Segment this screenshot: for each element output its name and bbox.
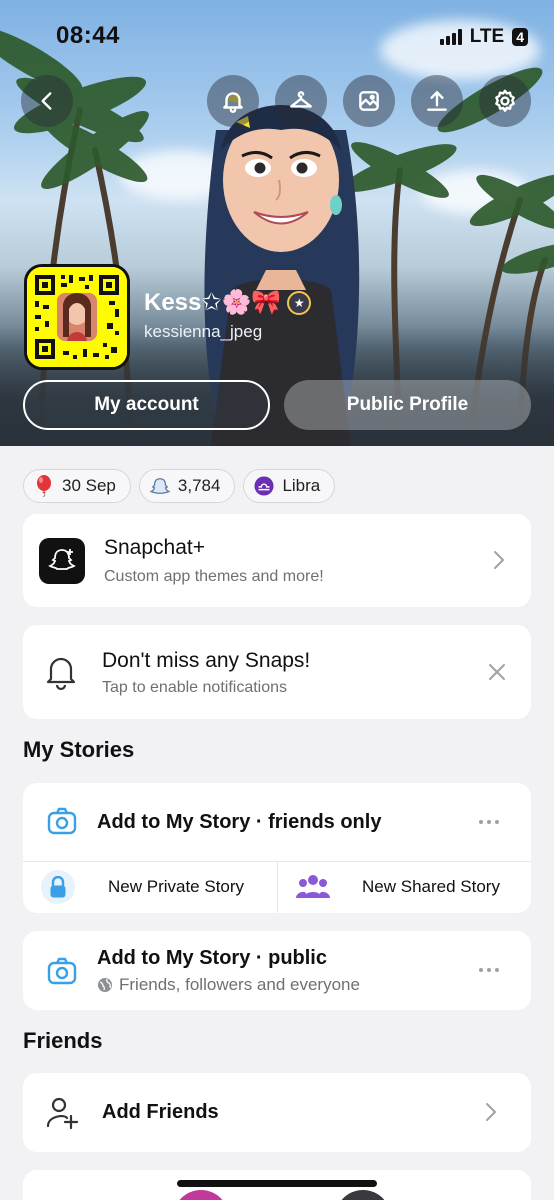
snapcode-qr-icon [27, 267, 127, 367]
bell-outline-icon [43, 653, 79, 696]
snap-friends-icon [149, 476, 170, 496]
snapchat-plus-card[interactable]: Snapchat+ Custom app themes and more! [23, 514, 531, 607]
share-button[interactable] [411, 75, 463, 127]
balloon-icon [34, 475, 54, 497]
dismiss-button[interactable] [487, 662, 507, 687]
add-friend-icon [45, 1096, 79, 1135]
snapchat-plus-icon [39, 538, 85, 584]
my-stories-card: Add to My Story · friends only New Priva… [23, 783, 531, 913]
bell-icon [223, 92, 243, 113]
add-to-story-public-card[interactable]: Add to My Story · public Friends, follow… [23, 931, 531, 1010]
settings-button[interactable] [479, 75, 531, 127]
camera-icon [47, 807, 77, 840]
signal-icon [439, 29, 462, 45]
display-name: Kess✩🌸🎀 ★ [144, 288, 312, 317]
home-indicator [177, 1180, 377, 1187]
my-account-button[interactable]: My account [23, 380, 270, 430]
zodiac-label: Libra [282, 476, 321, 495]
chevron-right-icon [491, 549, 507, 576]
snapchat-plus-subtitle: Custom app themes and more! [104, 568, 324, 585]
camera-icon [47, 957, 77, 990]
lock-icon [41, 870, 75, 904]
group-icon [296, 872, 330, 905]
snap-score-chip[interactable]: 3,784 [138, 469, 236, 503]
background-button[interactable] [343, 75, 395, 127]
new-private-story-label: New Private Story [108, 877, 245, 896]
add-to-story-friends-row[interactable]: Add to My Story · friends only [23, 783, 531, 861]
more-options-icon[interactable] [479, 820, 499, 824]
public-profile-button[interactable]: Public Profile [284, 380, 531, 430]
add-friends-row[interactable]: Add Friends [23, 1073, 531, 1152]
add-to-story-friends-label: Add to My Story · friends only [97, 811, 382, 833]
gear-icon [495, 89, 515, 112]
globe-icon [98, 978, 112, 992]
profile-chips: 30 Sep 3,784 Libra [23, 469, 336, 503]
status-bar: 08:44 LTE 4 [0, 0, 554, 70]
back-icon [41, 92, 52, 110]
status-time: 08:44 [56, 22, 120, 49]
notifications-title: Don't miss any Snaps! [102, 649, 311, 672]
notifications-subtitle: Tap to enable notifications [102, 679, 288, 696]
status-indicators: LTE 4 [439, 26, 528, 48]
public-audience-row: Friends, followers and everyone [97, 975, 360, 995]
network-label: LTE [469, 26, 505, 47]
public-audience-label: Friends, followers and everyone [119, 975, 360, 994]
friend-avatar [173, 1190, 229, 1200]
new-shared-story-button[interactable]: New Shared Story [278, 862, 531, 913]
snapchat-plus-title: Snapchat+ [104, 536, 206, 559]
share-icon [427, 91, 447, 111]
image-icon [359, 91, 379, 111]
back-button[interactable] [21, 75, 73, 127]
battery-icon: 4 [512, 28, 528, 46]
new-shared-story-label: New Shared Story [362, 877, 500, 896]
new-private-story-button[interactable]: New Private Story [23, 862, 277, 913]
notifications-card[interactable]: Don't miss any Snaps! Tap to enable noti… [23, 625, 531, 719]
birthday-chip[interactable]: 30 Sep [23, 469, 131, 503]
add-friends-label: Add Friends [102, 1101, 219, 1123]
profile-header: 08:44 LTE 4 Kess✩🌸🎀 ★ kessienna_jpeg My … [0, 0, 554, 446]
more-options-icon[interactable] [479, 968, 499, 972]
outfit-button[interactable] [275, 75, 327, 127]
libra-icon [254, 476, 274, 496]
friend-avatar [335, 1190, 391, 1200]
zodiac-chip[interactable]: Libra [243, 469, 336, 503]
username: kessienna_jpeg [144, 322, 263, 341]
my-stories-heading: My Stories [23, 737, 135, 762]
add-to-story-public-label: Add to My Story · public [97, 947, 327, 969]
star-badge-icon: ★ [287, 290, 312, 315]
chevron-right-icon [483, 1101, 499, 1128]
notifications-button[interactable] [207, 75, 259, 127]
close-icon [489, 664, 505, 680]
snap-score-label: 3,784 [177, 476, 221, 495]
snapcode[interactable] [24, 264, 130, 370]
birthday-label: 30 Sep [62, 476, 116, 495]
hanger-icon [290, 91, 312, 108]
friends-heading: Friends [23, 1028, 103, 1053]
display-name-text: Kess✩🌸🎀 [144, 289, 282, 316]
